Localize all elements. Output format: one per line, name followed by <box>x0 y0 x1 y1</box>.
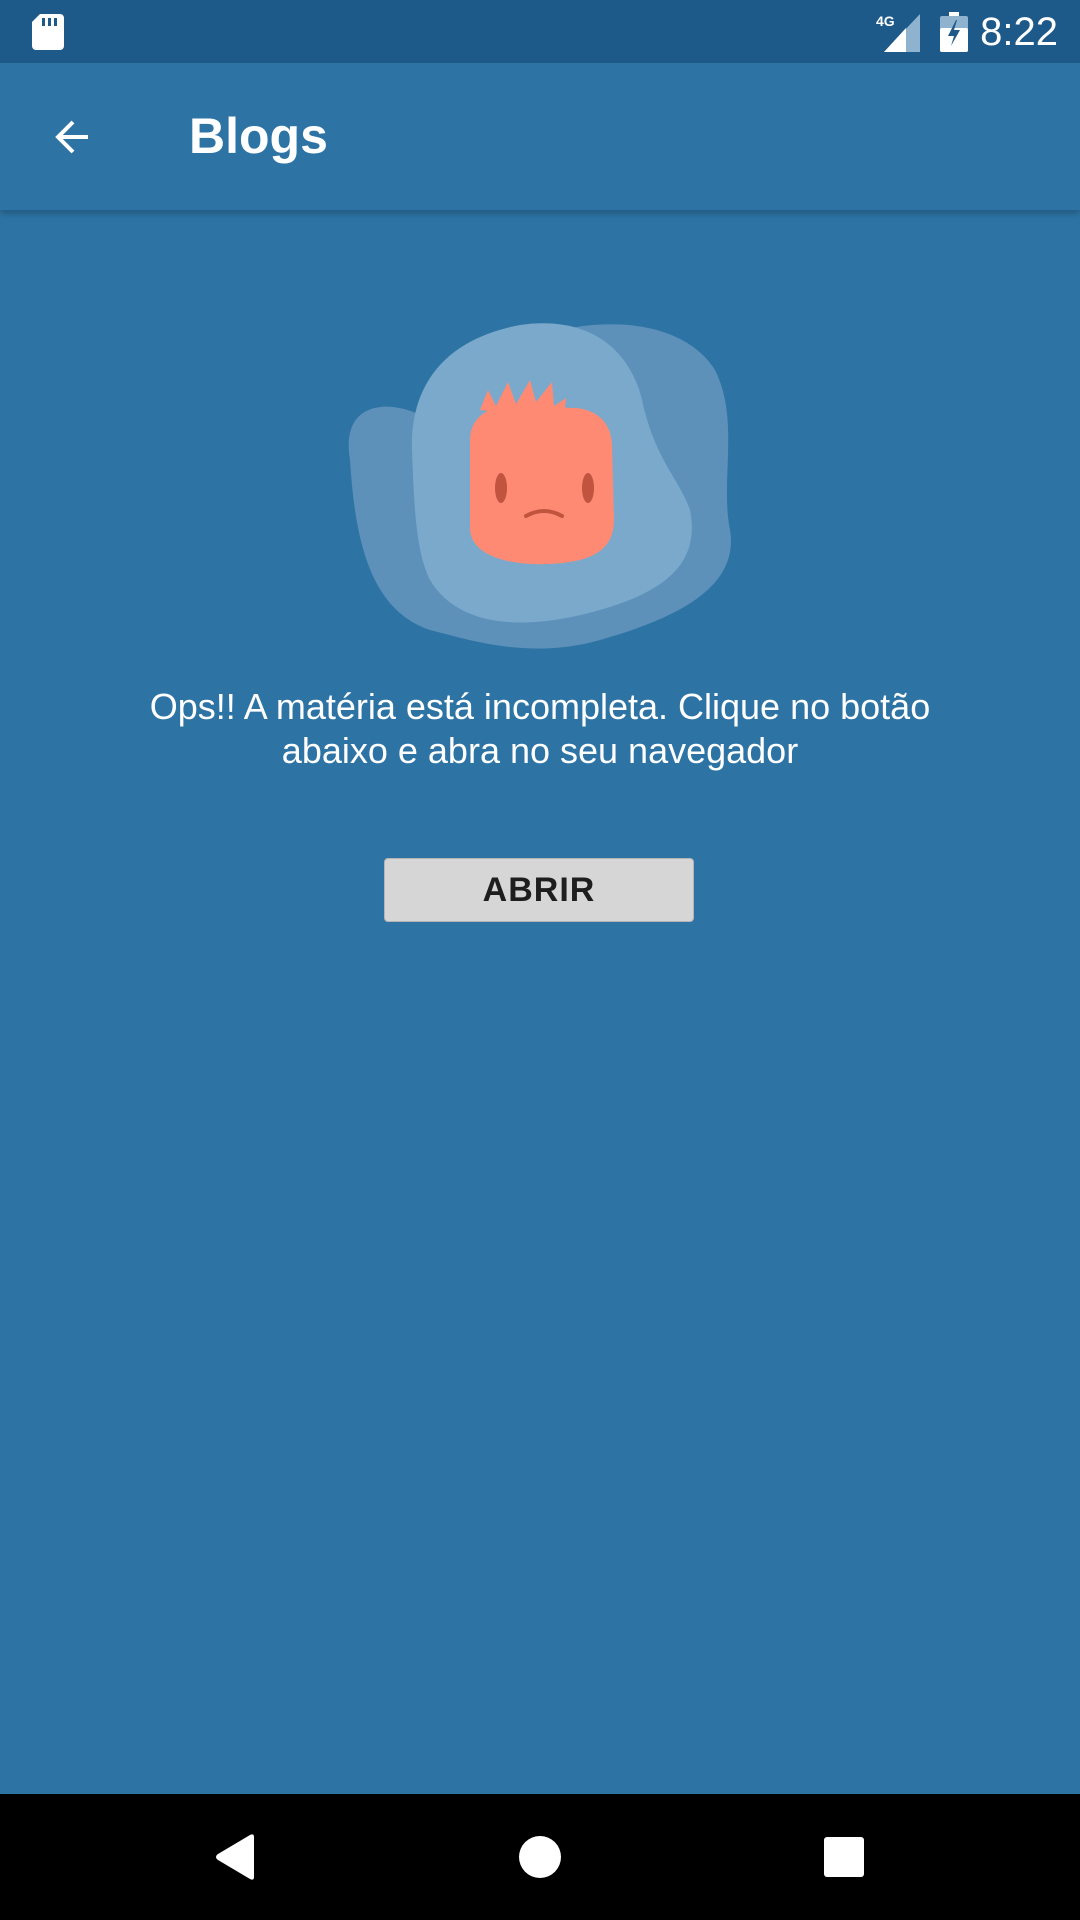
arrow-back-icon <box>55 120 88 154</box>
app-bar: Blogs <box>0 63 1080 210</box>
clock: 8:22 <box>980 10 1058 54</box>
navigation-bar <box>0 1794 1080 1920</box>
sd-card-icon <box>32 14 64 50</box>
nav-recents-button[interactable] <box>764 1794 924 1920</box>
page-title: Blogs <box>189 108 328 164</box>
nav-back-icon <box>216 1834 254 1880</box>
nav-recents-icon <box>824 1837 864 1877</box>
nav-home-icon <box>519 1836 561 1878</box>
nav-back-button[interactable] <box>156 1794 316 1920</box>
nav-home-button[interactable] <box>460 1794 620 1920</box>
error-message: Ops!! A matéria está incompleta. Clique … <box>149 686 931 771</box>
open-button[interactable]: ABRIR <box>384 858 694 922</box>
signal-icon: 4G <box>876 13 920 52</box>
back-button[interactable] <box>36 101 108 173</box>
status-bar: 4G 8:22 <box>0 0 1080 63</box>
sad-face-icon <box>348 323 731 649</box>
network-type-label: 4G <box>876 13 895 29</box>
battery-charging-icon <box>940 12 968 52</box>
